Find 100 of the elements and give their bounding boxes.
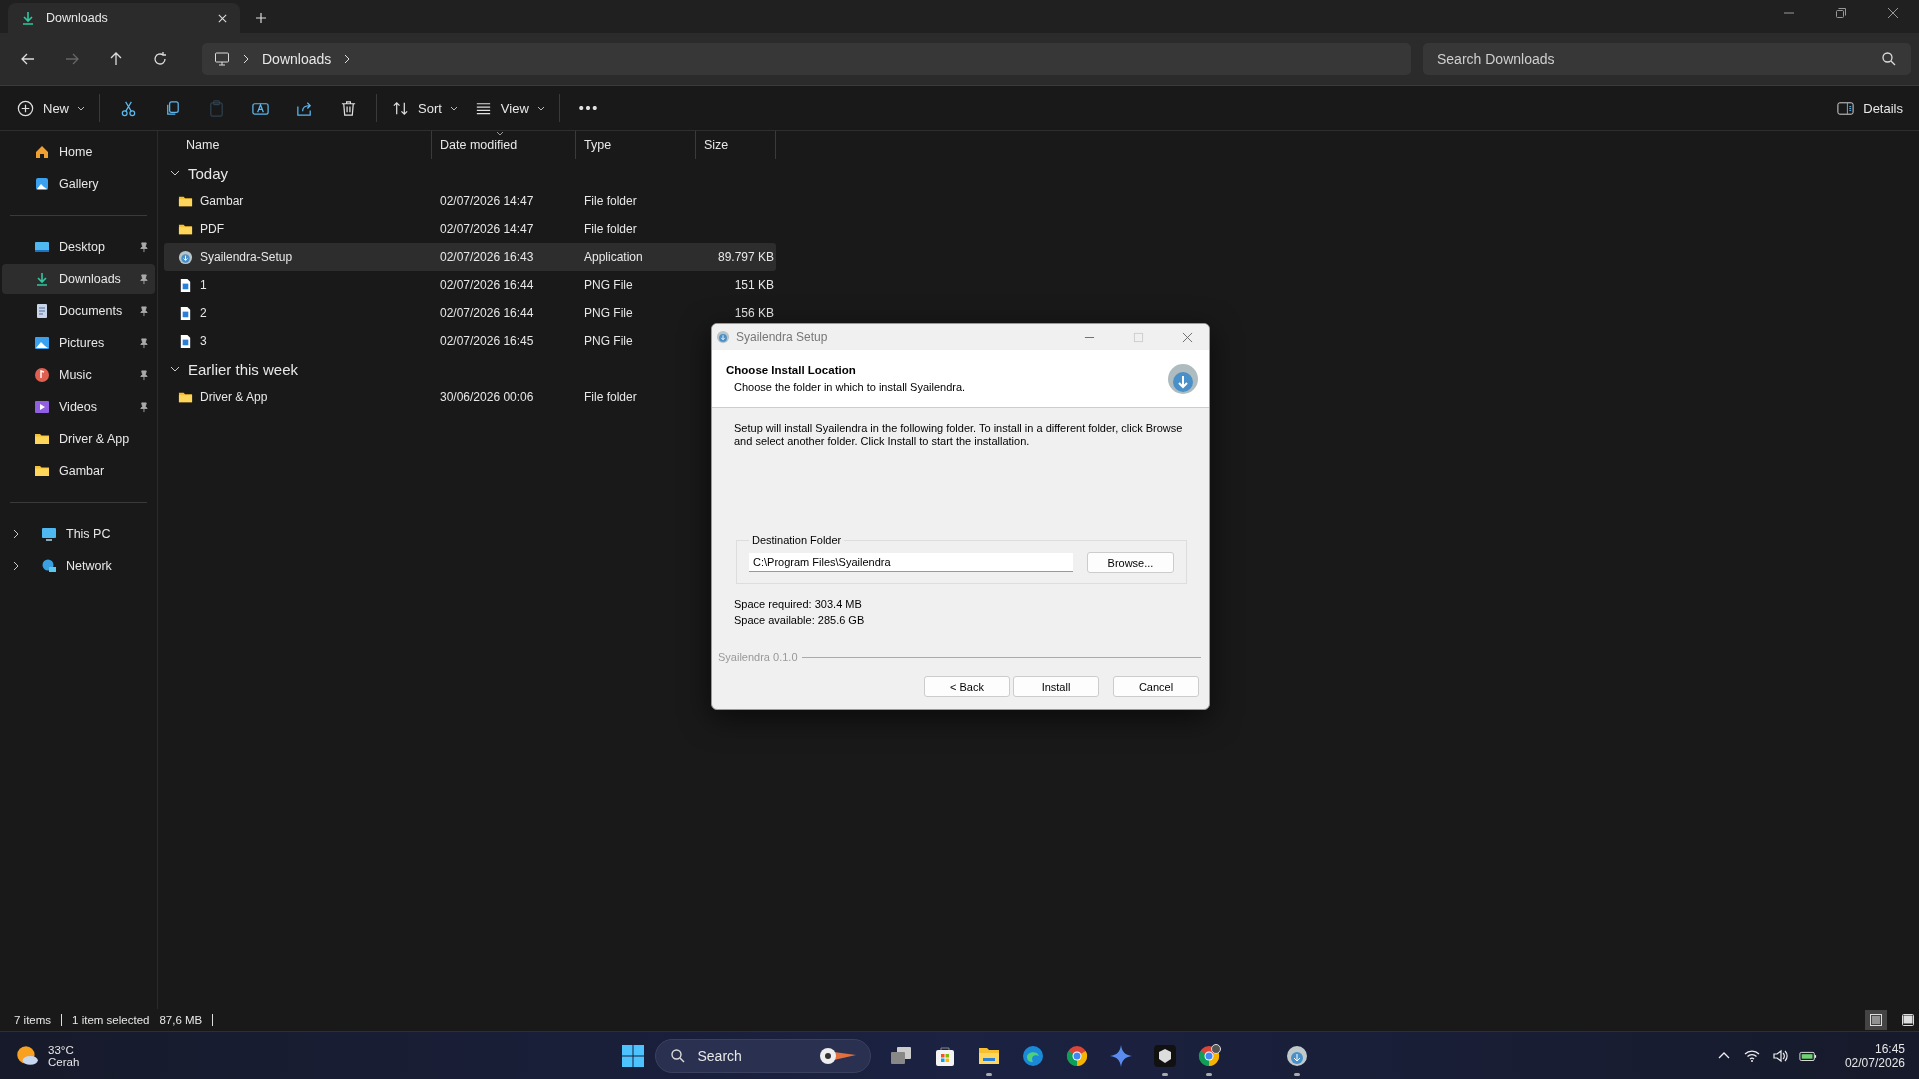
dialog-button[interactable]: Cancel	[1113, 676, 1199, 697]
windows-start-icon[interactable]	[620, 1043, 645, 1068]
image-file-icon	[178, 333, 193, 349]
address-bar[interactable]: Downloads	[202, 43, 1411, 75]
monitor-icon	[41, 526, 57, 542]
dialog-button[interactable]: < Back	[924, 676, 1010, 697]
details-view-button[interactable]	[1865, 1010, 1887, 1030]
file-row[interactable]: Syailendra-Setup 02/07/2026 16:43 Application 89.797 KB	[164, 243, 776, 271]
file-row[interactable]: 1 02/07/2026 16:44 PNG File 151 KB	[164, 271, 776, 299]
restore-icon[interactable]	[1835, 7, 1847, 19]
table-cell-text: 02/07/2026 16:45	[439, 334, 535, 348]
table-cell-text: Application	[583, 250, 644, 264]
file-name: Gambar	[200, 194, 244, 208]
file-row[interactable]: PDF 02/07/2026 14:47 File folder	[164, 215, 696, 243]
file-name: Syailendra-Setup	[200, 250, 293, 264]
table-cell-text: PNG File	[583, 278, 634, 292]
dialog-heading: Choose Install Location	[726, 364, 857, 376]
file-name: Driver & App	[200, 390, 268, 404]
column-header[interactable]: Type	[576, 131, 696, 159]
table-cell-text: 02/07/2026 14:47	[439, 194, 535, 208]
list-view-icon	[1869, 1013, 1883, 1027]
caret-icon	[449, 105, 458, 111]
file-name: PDF	[200, 222, 224, 236]
sidebar-item[interactable]: Home	[2, 137, 155, 167]
volume-icon[interactable]	[1770, 1047, 1789, 1064]
breadcrumb-item[interactable]: Downloads	[262, 51, 332, 67]
running-indicator	[1205, 1072, 1212, 1076]
sidebar-item[interactable]: Network	[2, 551, 155, 581]
close-icon[interactable]	[1887, 7, 1899, 19]
taskbar-search[interactable]: Search	[654, 1038, 871, 1073]
chevron-icon	[242, 54, 250, 64]
table-cell-text: PNG File	[583, 334, 634, 348]
sidebar-item[interactable]: Gambar	[2, 456, 155, 486]
sidebar-item[interactable]: Pictures	[2, 328, 155, 358]
search-icon	[669, 1047, 686, 1064]
chevron-icon	[343, 54, 352, 64]
close-icon[interactable]	[1182, 331, 1193, 343]
document-icon	[34, 303, 50, 319]
group-header[interactable]: Today	[164, 159, 229, 187]
sidebar-item[interactable]: Desktop	[2, 232, 155, 262]
new-tab-icon[interactable]	[255, 12, 267, 24]
sidebar-item[interactable]: Downloads	[2, 264, 155, 294]
installer-version: Syailendra 0.1.0	[718, 651, 798, 663]
picture-icon	[34, 335, 50, 351]
desktop-icon	[34, 239, 50, 255]
space-required: Space required: 303.4 MB	[734, 597, 863, 612]
arrow-icon	[64, 51, 80, 67]
running-indicator	[1293, 1072, 1300, 1076]
column-header[interactable]: Size	[696, 131, 776, 159]
selection-count: 1 item selected	[72, 1014, 150, 1026]
download-icon	[34, 271, 50, 287]
network-icon	[41, 558, 57, 574]
chevron-icon[interactable]	[12, 529, 20, 539]
search-icon	[1881, 51, 1897, 67]
folder-icon	[34, 431, 50, 447]
installer-icon	[1284, 1043, 1309, 1068]
installer-icon	[716, 330, 730, 344]
caret-icon	[77, 105, 85, 111]
table-cell-text: 156 KB	[733, 306, 775, 320]
sidebar-item[interactable]: Music	[2, 360, 155, 390]
chevron-icon[interactable]	[12, 561, 20, 571]
details-button[interactable]: Details	[1830, 91, 1909, 125]
file-row[interactable]: 3 02/07/2026 16:45 PNG File	[164, 327, 696, 355]
table-cell-text: 30/06/2026 00:06	[439, 390, 535, 404]
file-row[interactable]: Gambar 02/07/2026 14:47 File folder	[164, 187, 696, 215]
selection-size: 87,6 MB	[159, 1014, 203, 1026]
browser-icon	[1064, 1043, 1089, 1068]
table-cell-text: 89.797 KB	[716, 250, 775, 264]
search-field[interactable]: Search Downloads	[1423, 43, 1911, 75]
file-row[interactable]: 2 02/07/2026 16:44 PNG File 156 KB	[164, 299, 776, 327]
monitor-icon	[214, 51, 230, 67]
tiles-view-icon	[1901, 1013, 1915, 1027]
dialog-subheading: Choose the folder in which to install Syailendra.	[733, 381, 967, 393]
clock[interactable]: 16:45 02/07/2026	[1844, 1041, 1905, 1070]
dialog-title: Syailendra Setup	[736, 330, 828, 344]
new-button[interactable]: New	[10, 91, 91, 125]
sidebar-item[interactable]: This PC	[2, 519, 155, 549]
file-name: 3	[200, 334, 207, 348]
refresh-icon	[152, 51, 168, 67]
column-header[interactable]: Name	[164, 131, 432, 159]
sort-button[interactable]: Sort	[385, 91, 464, 125]
window-tab[interactable]: Downloads	[8, 3, 240, 33]
group-header[interactable]: Earlier this week	[164, 355, 299, 383]
sidebar-item[interactable]: Documents	[2, 296, 155, 326]
sidebar-item[interactable]: Videos	[2, 392, 155, 422]
column-header[interactable]: Date modified	[432, 131, 576, 159]
browse-button[interactable]: Browse...	[1087, 552, 1174, 573]
gallery-icon	[34, 176, 50, 192]
sidebar-item[interactable]: Driver & App	[2, 424, 155, 454]
table-cell-text: 02/07/2026 14:47	[439, 222, 535, 236]
video-icon	[34, 399, 50, 415]
file-row[interactable]: Driver & App 30/06/2026 00:06 File folder	[164, 383, 696, 411]
image-file-icon	[178, 277, 193, 293]
view-button[interactable]: View	[467, 91, 551, 125]
table-cell-text: File folder	[583, 194, 638, 208]
sidebar-item[interactable]: Gallery	[2, 169, 155, 199]
cube-icon	[1152, 1043, 1177, 1068]
table-cell-text: 02/07/2026 16:44	[439, 278, 535, 292]
dialog-button[interactable]: Install	[1013, 676, 1099, 697]
path-field[interactable]: C:\Program Files\Syailendra	[749, 553, 1073, 572]
